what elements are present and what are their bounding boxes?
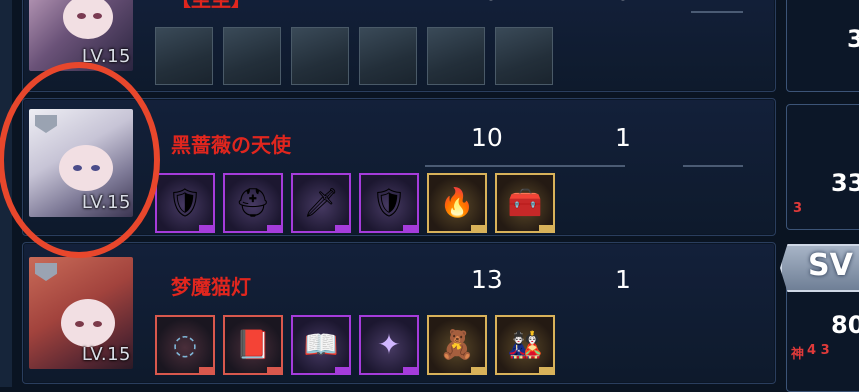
rank-emblem-icon	[35, 263, 57, 281]
equipment-slot[interactable]: 🛡	[155, 173, 215, 233]
divider	[683, 165, 743, 167]
player-name: 梦魔猫灯	[171, 275, 251, 299]
equipment-slot[interactable]: ✦	[359, 315, 419, 375]
score-sub-values: 4 3	[807, 343, 830, 358]
treasure-chest-icon: 🧰	[507, 186, 543, 219]
equipment-slot[interactable]	[495, 27, 553, 85]
score-panel: 3	[786, 0, 859, 92]
stat-value-2: 1	[615, 265, 631, 294]
ring-icon: ◌	[172, 328, 198, 361]
player-name: 黑蔷薇の天使	[171, 133, 291, 157]
stat-value-2: 0	[615, 0, 631, 6]
equipment-slot[interactable]: 🗡	[291, 173, 351, 233]
equipment-slot[interactable]	[427, 27, 485, 85]
stat-value-1: 0	[483, 0, 499, 6]
score-panel: 33 3	[786, 104, 859, 230]
spellbook-icon: 📖	[303, 328, 339, 361]
equipment-slot[interactable]: ◌	[155, 315, 215, 375]
figure-icon: 🎎	[507, 328, 543, 361]
equipment-slot[interactable]: 🔥	[427, 173, 487, 233]
player-avatar[interactable]: LV.15	[29, 0, 133, 71]
equipment-slot[interactable]	[291, 27, 349, 85]
winged-helmet-icon: ⛑	[235, 186, 271, 219]
score-sub-label: 神	[791, 347, 805, 362]
score-value: 3	[847, 25, 859, 53]
avatar-face	[61, 299, 115, 347]
highlight-circle-annotation	[0, 62, 160, 258]
sv-badge-label: SV	[808, 248, 853, 283]
dark-armor-icon: 🛡	[371, 186, 407, 219]
player-row[interactable]: LV.15 【尘尘】 0 0	[22, 0, 776, 92]
level-label: LV.15	[81, 344, 131, 365]
player-avatar[interactable]: LV.15	[29, 257, 133, 369]
divider	[425, 165, 625, 167]
equipment-slot[interactable]: 🧸	[427, 315, 487, 375]
equipment-slot[interactable]: 🎎	[495, 315, 555, 375]
stat-value-2: 1	[615, 123, 631, 152]
avatar-face	[63, 0, 113, 39]
doll-icon: 🧸	[439, 328, 475, 361]
armor-icon: 🛡	[167, 186, 203, 219]
equipment-slot[interactable]: 📕	[223, 315, 283, 375]
player-name: 【尘尘】	[171, 0, 251, 12]
sword-icon: 🗡	[303, 186, 339, 219]
equipment-slot[interactable]	[155, 27, 213, 85]
crystal-staff-icon: ✦	[377, 328, 401, 361]
equipment-slot[interactable]	[359, 27, 417, 85]
book-icon: 📕	[235, 328, 271, 361]
score-value: 33	[831, 169, 859, 197]
flame-icon: 🔥	[439, 186, 475, 219]
equipment-slot[interactable]: 🧰	[495, 173, 555, 233]
stat-value-1: 10	[471, 123, 503, 152]
equipment-slot[interactable]: 📖	[291, 315, 351, 375]
stat-value-1: 13	[471, 265, 503, 294]
score-value: 80	[831, 311, 859, 339]
equipment-slot[interactable]: ⛑	[223, 173, 283, 233]
score-sub-value: 3	[793, 201, 803, 216]
equipment-slot[interactable]	[223, 27, 281, 85]
equipment-slot[interactable]: 🛡	[359, 173, 419, 233]
player-row[interactable]: LV.15 梦魔猫灯 13 1 ◌ 📕 📖 ✦ 🧸 🎎	[22, 242, 776, 384]
divider	[691, 11, 743, 13]
